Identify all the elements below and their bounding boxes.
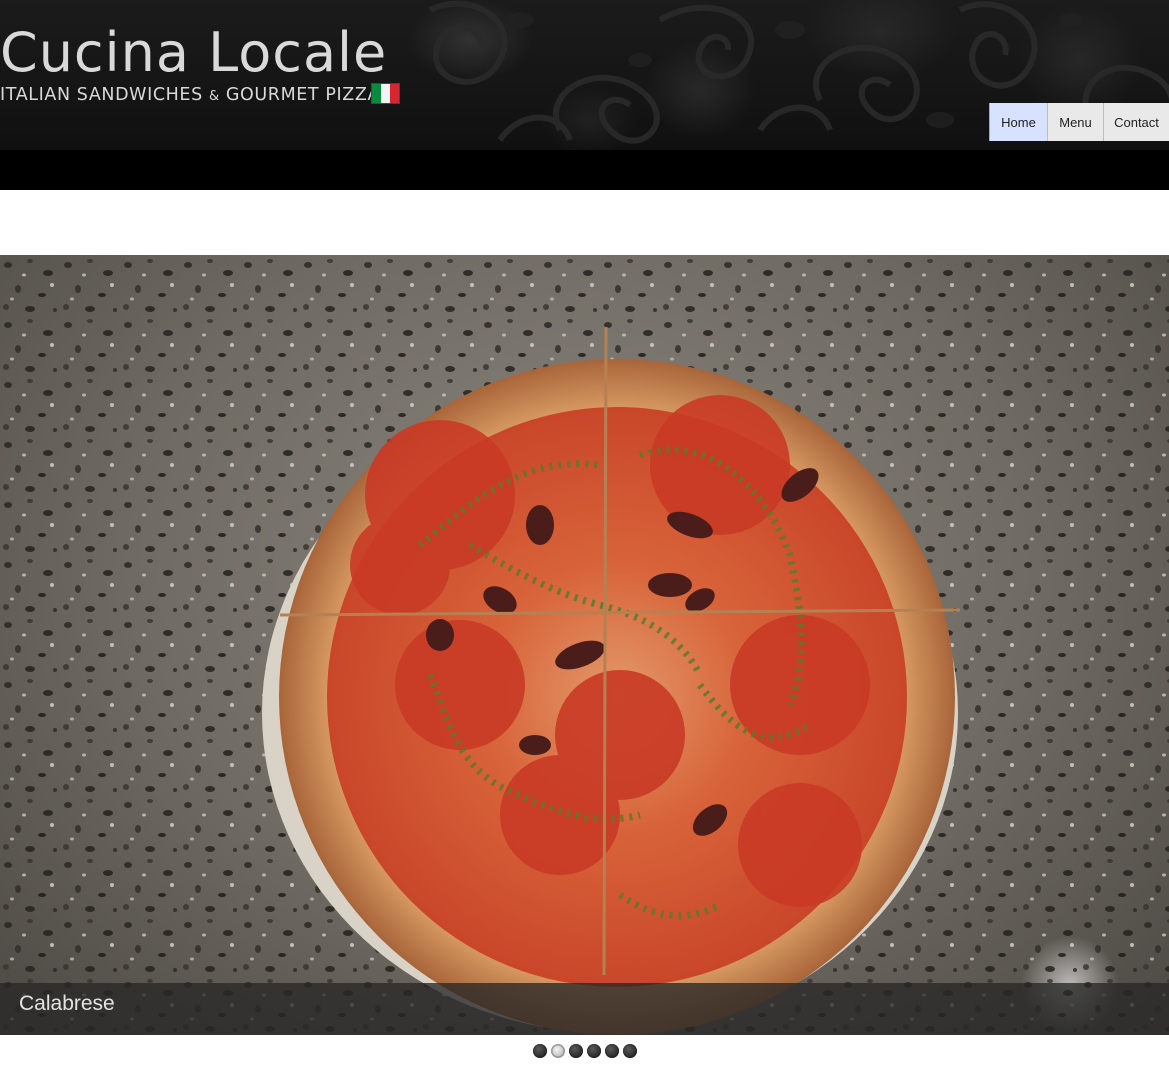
tagline-ampersand: & xyxy=(208,89,220,104)
site-header: Cucina Locale ITALIAN SANDWICHES & GOURM… xyxy=(0,0,1169,190)
slider-dot-1[interactable] xyxy=(533,1044,547,1058)
flag-green-stripe xyxy=(372,84,381,103)
tagline-part-1: ITALIAN SANDWICHES xyxy=(0,85,209,105)
site-logo-title[interactable]: Cucina Locale xyxy=(0,22,387,84)
flag-red-stripe xyxy=(390,84,399,103)
nav-contact-link[interactable]: Contact xyxy=(1103,103,1169,141)
slide-image-pizza xyxy=(0,255,1169,1035)
nav-home-link[interactable]: Home xyxy=(989,103,1047,141)
slider-dot-3[interactable] xyxy=(569,1044,583,1058)
italian-flag-icon xyxy=(371,83,400,104)
slide-caption: Calabrese xyxy=(19,992,115,1015)
slider-dot-2[interactable] xyxy=(551,1044,565,1058)
header-banner: Cucina Locale ITALIAN SANDWICHES & GOURM… xyxy=(0,0,1169,150)
slider-pagination xyxy=(533,1044,637,1058)
main-nav: Home Menu Contact xyxy=(989,103,1169,141)
slide-caption-bar xyxy=(0,983,1169,1035)
tagline-part-2: GOURMET PIZZAS xyxy=(219,85,392,105)
site-tagline: ITALIAN SANDWICHES & GOURMET PIZZAS xyxy=(0,84,392,108)
image-slider[interactable] xyxy=(0,255,1169,1035)
slider-dot-4[interactable] xyxy=(587,1044,601,1058)
flag-white-stripe xyxy=(381,84,390,103)
slider-dot-5[interactable] xyxy=(605,1044,619,1058)
nav-menu-link[interactable]: Menu xyxy=(1047,103,1103,141)
slider-dot-6[interactable] xyxy=(623,1044,637,1058)
